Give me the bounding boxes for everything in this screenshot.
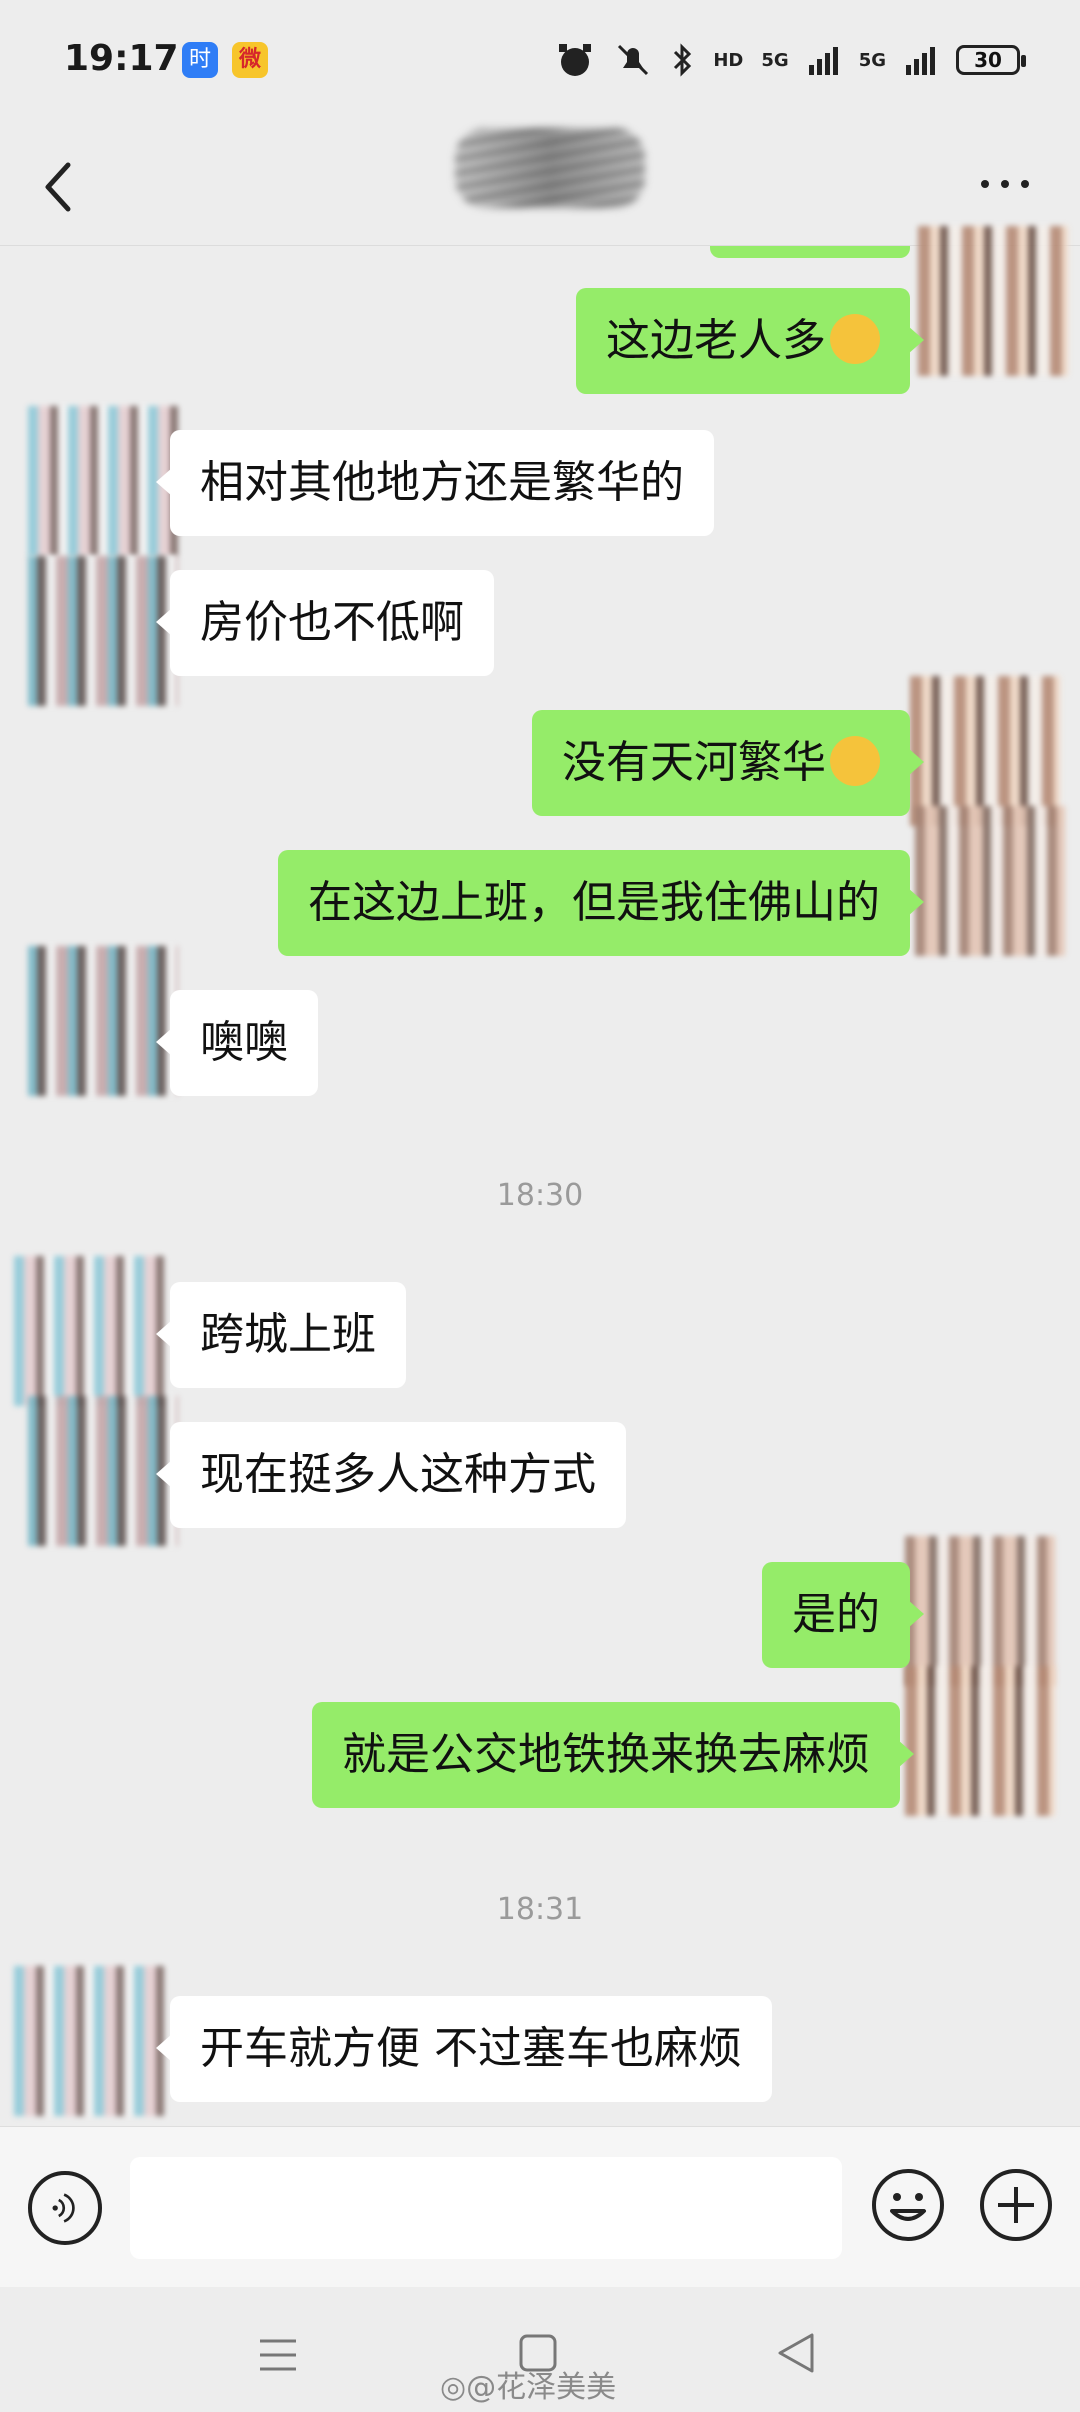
watermark: ◎@花泽美美: [440, 2370, 617, 2405]
message-bubble-contact[interactable]: 跨城上班: [156, 1282, 406, 1388]
signal-5g-label-1: 5G: [761, 49, 789, 71]
contact-name-obscured: [455, 128, 645, 208]
thinking-emoji-icon: [830, 736, 880, 786]
message-bubble-self[interactable]: 就是公交地铁换来换去麻烦: [312, 1702, 914, 1808]
signal-5g-label-2: 5G: [858, 49, 886, 71]
message-text: 是的: [792, 1589, 880, 1640]
message-text: 噢噢: [200, 1017, 288, 1068]
status-time: 19:17: [64, 38, 179, 79]
menu-icon[interactable]: [258, 2335, 298, 2375]
weibo-notification-icon: 微: [232, 42, 268, 78]
avatar-self[interactable]: [915, 806, 1065, 956]
message-list: 这边老人多 相对其他地方还是繁华的 房价也不低啊 没有天河繁华 在这边上班，但是…: [0, 226, 1080, 2126]
battery-icon: 30: [956, 45, 1026, 75]
avatar-self[interactable]: [905, 1536, 1055, 1686]
more-dots-icon[interactable]: [970, 169, 1040, 199]
message-text: 没有天河繁华: [562, 737, 826, 788]
avatar-contact[interactable]: [14, 1256, 164, 1406]
emoji-icon[interactable]: [868, 2165, 948, 2245]
avatar-self[interactable]: [910, 676, 1060, 826]
message-text: 现在挺多人这种方式: [200, 1449, 596, 1500]
voice-input-icon[interactable]: [28, 2171, 102, 2245]
chevron-left-icon[interactable]: [30, 147, 90, 227]
message-bubble-contact[interactable]: 现在挺多人这种方式: [156, 1422, 626, 1528]
avatar-contact[interactable]: [14, 1966, 164, 2116]
back-triangle-icon[interactable]: [776, 2331, 816, 2375]
message-bubble-self[interactable]: 这边老人多: [576, 288, 924, 394]
message-text: 这边老人多: [606, 315, 826, 366]
message-input[interactable]: [130, 2157, 842, 2259]
message-text: 房价也不低啊: [200, 597, 464, 648]
message-text: 就是公交地铁换来换去麻烦: [342, 1729, 870, 1780]
message-bubble-contact[interactable]: 房价也不低啊: [156, 570, 494, 676]
avatar-self[interactable]: [905, 1666, 1055, 1816]
message-bubble-contact[interactable]: 相对其他地方还是繁华的: [156, 430, 714, 536]
message-bubble-self[interactable]: 是的: [762, 1562, 924, 1668]
previous-message-bubble: [710, 246, 910, 258]
bluetooth-icon: [674, 43, 692, 77]
avatar-contact[interactable]: [28, 946, 178, 1096]
message-bubble-self[interactable]: 没有天河繁华: [532, 710, 924, 816]
status-icons: HD 5G 5G 30: [555, 38, 1026, 82]
app-notification-icon: 时: [182, 42, 218, 78]
message-text: 跨城上班: [200, 1309, 376, 1360]
signal-icon: [808, 47, 838, 75]
message-timestamp: 18:31: [496, 1892, 584, 1927]
mute-icon: [618, 44, 649, 76]
hd-label: HD: [713, 49, 744, 71]
message-bubble-self[interactable]: 在这边上班，但是我住佛山的: [278, 850, 924, 956]
status-bar: 19:17 时 微 HD 5G 5G 30: [0, 0, 1080, 125]
composer-bar: [0, 2126, 1080, 2287]
message-bubble-contact[interactable]: 噢噢: [156, 990, 318, 1096]
message-text: 在这边上班，但是我住佛山的: [308, 877, 880, 928]
avatar-self[interactable]: [918, 226, 1068, 376]
alarm-icon: [559, 44, 592, 76]
laughing-emoji-icon: [830, 314, 880, 364]
message-bubble-contact[interactable]: 开车就方便 不过塞车也麻烦: [156, 1996, 772, 2102]
message-timestamp: 18:30: [496, 1178, 584, 1213]
plus-icon[interactable]: [976, 2165, 1056, 2245]
signal-icon: [906, 47, 935, 75]
message-text: 开车就方便 不过塞车也麻烦: [200, 2023, 742, 2074]
message-text: 相对其他地方还是繁华的: [200, 457, 684, 508]
